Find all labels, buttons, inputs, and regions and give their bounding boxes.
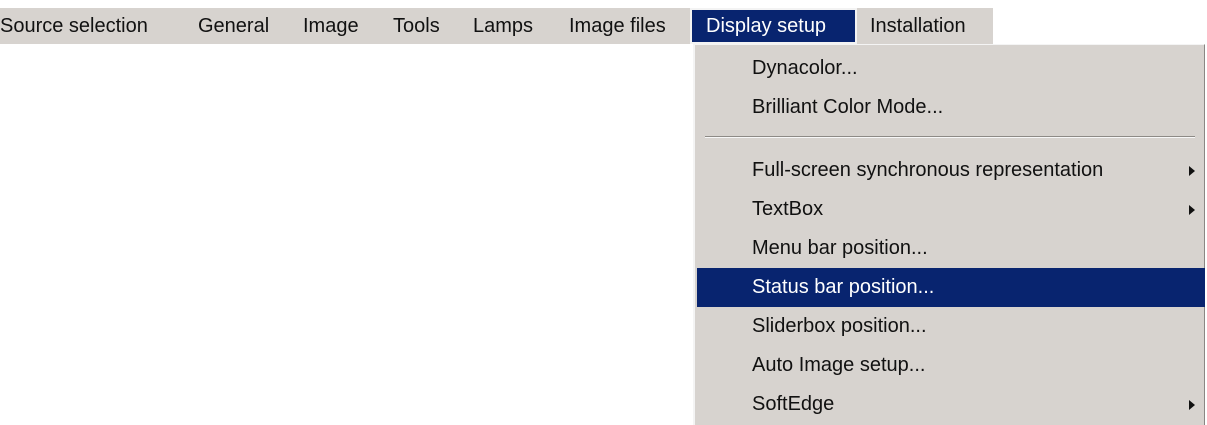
menu-image[interactable]: Image — [290, 8, 372, 44]
menu-tools[interactable]: Tools — [380, 8, 453, 44]
display-setup-dropdown: Dynacolor... Brilliant Color Mode... Ful… — [693, 44, 1205, 425]
menu-item-label: Brilliant Color Mode... — [752, 96, 944, 118]
menu-item-label: Auto Image setup... — [752, 354, 926, 376]
menu-item-full-screen-synchronous-representation[interactable]: Full-screen synchronous representation — [697, 151, 1205, 190]
chevron-right-icon — [1189, 204, 1195, 215]
chevron-right-icon — [1189, 399, 1195, 410]
menu-item-label: Menu bar position... — [752, 237, 928, 259]
menu-image-files[interactable]: Image files — [556, 8, 679, 44]
menu-item-sliderbox-position[interactable]: Sliderbox position... — [697, 307, 1205, 346]
menu-item-label: Dynacolor... — [752, 57, 858, 79]
menu-item-label: TextBox — [752, 198, 824, 220]
menu-lamps[interactable]: Lamps — [460, 8, 546, 44]
menu-item-label: Sliderbox position... — [752, 315, 927, 337]
menu-item-status-bar-position[interactable]: Status bar position... — [697, 268, 1205, 307]
menu-item-dynacolor[interactable]: Dynacolor... — [697, 49, 1205, 88]
menu-item-label: SoftEdge — [752, 393, 835, 415]
menu-item-textbox[interactable]: TextBox — [697, 190, 1205, 229]
main-menu-bar: Source selection General Image Tools Lam… — [0, 8, 993, 44]
menu-general[interactable]: General — [185, 8, 282, 44]
application-window: Source selection General Image Tools Lam… — [0, 0, 1207, 425]
menu-display-setup[interactable]: Display setup — [690, 8, 857, 44]
menu-item-label: Full-screen synchronous representation — [752, 159, 1104, 181]
menu-separator — [705, 136, 1195, 138]
menu-source-selection[interactable]: Source selection — [0, 8, 161, 44]
menu-item-brilliant-color-mode[interactable]: Brilliant Color Mode... — [697, 88, 1205, 127]
menu-item-softedge[interactable]: SoftEdge — [697, 385, 1205, 424]
menu-item-label: Status bar position... — [752, 276, 935, 298]
menu-item-menu-bar-position[interactable]: Menu bar position... — [697, 229, 1205, 268]
menu-item-auto-image-setup[interactable]: Auto Image setup... — [697, 346, 1205, 385]
chevron-right-icon — [1189, 165, 1195, 176]
menu-installation[interactable]: Installation — [857, 8, 979, 44]
